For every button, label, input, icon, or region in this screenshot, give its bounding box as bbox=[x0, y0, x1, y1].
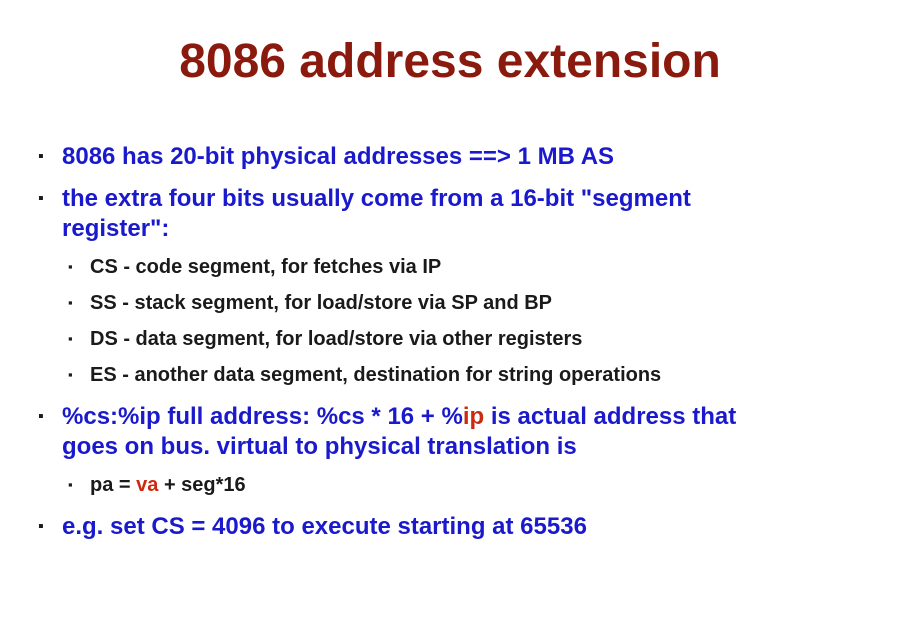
bullet-text: 8086 has 20-bit physical addresses ==> 1… bbox=[62, 143, 615, 170]
bullet-icon: ▪ bbox=[38, 148, 44, 165]
bullet-icon: ▪ bbox=[38, 408, 44, 425]
sub-bullet-text: ES - another data segment, destination f… bbox=[90, 364, 662, 386]
slide: 8086 address extension ▪ 8086 has 20-bit… bbox=[0, 0, 900, 633]
text-part: is actual address that bbox=[484, 403, 737, 430]
bullet-text-line1: %cs:%ip full address: %cs * 16 + %ip is … bbox=[62, 402, 862, 432]
sub-bullet-icon: ▪ bbox=[68, 367, 73, 382]
highlight-va: va bbox=[136, 474, 159, 496]
sub-bullet-text: pa = va + seg*16 bbox=[90, 472, 870, 498]
text-part: pa = bbox=[90, 474, 137, 496]
bullet-text-line2: goes on bus. virtual to physical transla… bbox=[62, 433, 577, 460]
bullet-icon: ▪ bbox=[38, 518, 44, 535]
sub-bullet-text: CS - code segment, for fetches via IP bbox=[90, 256, 442, 278]
text-part: + seg*16 bbox=[158, 474, 246, 496]
highlight-ip: ip bbox=[462, 403, 485, 430]
bullet-text-line1: the extra four bits usually come from a … bbox=[62, 185, 691, 212]
slide-title: 8086 address extension bbox=[179, 35, 721, 88]
text-part: %cs:%ip full address: %cs * 16 + % bbox=[62, 403, 463, 430]
bullet-text: e.g. set CS = 4096 to execute starting a… bbox=[62, 513, 587, 540]
sub-bullet-icon: ▪ bbox=[68, 331, 73, 346]
sub-bullet-icon: ▪ bbox=[68, 477, 73, 492]
sub-bullet-icon: ▪ bbox=[68, 259, 73, 274]
sub-bullet-icon: ▪ bbox=[68, 295, 73, 310]
bullet-text-line2: register": bbox=[62, 215, 170, 242]
sub-bullet-text: DS - data segment, for load/store via ot… bbox=[90, 328, 583, 350]
sub-bullet-text: SS - stack segment, for load/store via S… bbox=[90, 292, 553, 314]
bullet-icon: ▪ bbox=[38, 190, 44, 207]
